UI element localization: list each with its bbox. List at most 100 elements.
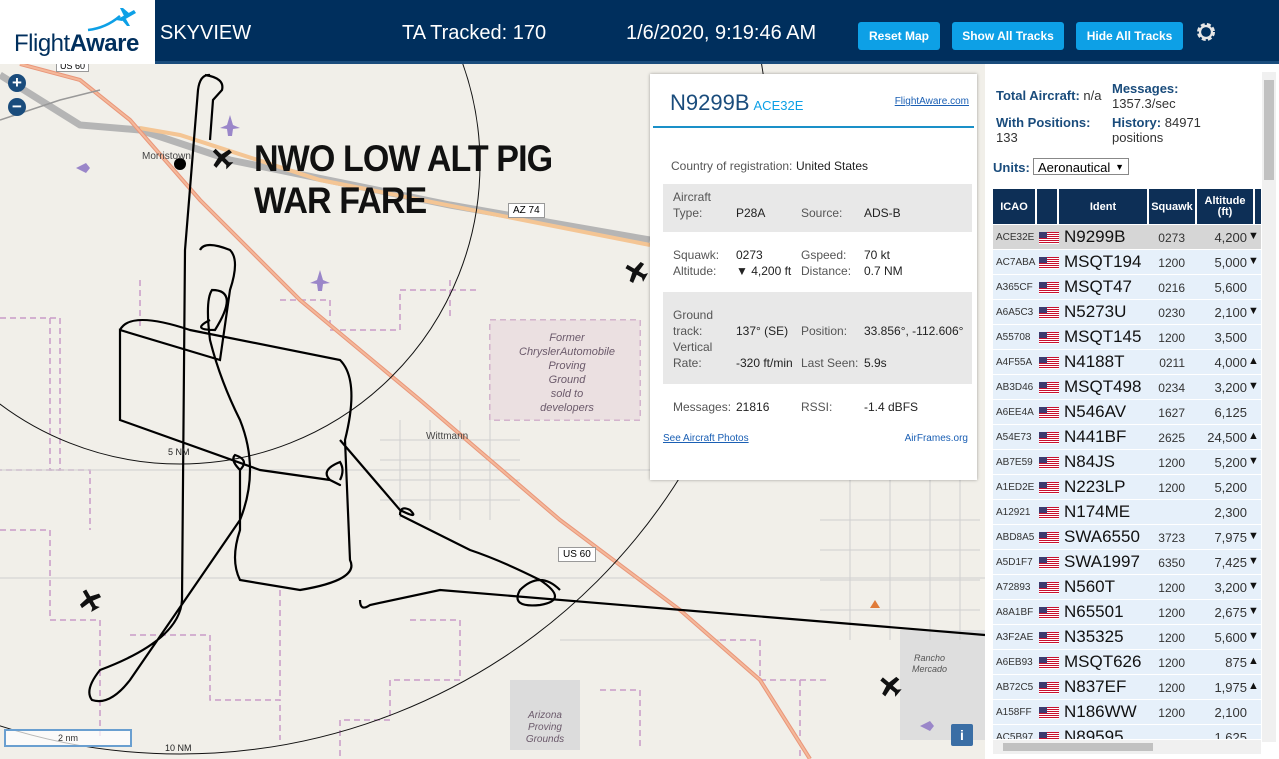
messages-stat: Messages: 1357.3/sec	[1112, 81, 1179, 111]
table-row[interactable]: ABD8A5 SWA6550 3723 7,975 ▼	[993, 525, 1261, 550]
ident-cell: N35325	[1064, 627, 1124, 646]
table-row[interactable]: A6EE4A N546AV 1627 6,125	[993, 400, 1261, 425]
table-row[interactable]: AB72C5 N837EF 1200 1,975 ▲	[993, 675, 1261, 700]
zoom-out-button[interactable]: −	[8, 98, 26, 116]
table-row[interactable]: A54E73 N441BF 2625 24,500 ▲	[993, 425, 1261, 450]
units-select[interactable]: Aeronautical ▼	[1033, 158, 1129, 175]
reset-map-button[interactable]: Reset Map	[858, 22, 940, 50]
squawk-cell: 3723	[1158, 531, 1185, 545]
messages-section: Messages: 21816 RSSI: -1.4 dBFS	[673, 400, 919, 414]
table-row[interactable]: AC7ABA MSQT194 1200 5,000 ▼	[993, 250, 1261, 275]
table-row[interactable]: A4F55A N4188T 0211 4,000 ▲	[993, 350, 1261, 375]
zoom-in-button[interactable]: +	[8, 74, 26, 92]
altitude-trend-icon: ▼	[1248, 455, 1259, 467]
range-ring-5nm-label: 5 NM	[168, 447, 190, 457]
table-row[interactable]: A1ED2E N223LP 1200 5,200	[993, 475, 1261, 500]
gear-icon[interactable]	[1194, 20, 1218, 44]
rancho-mercado-label: Rancho Mercado	[912, 653, 948, 674]
table-row[interactable]: AC5B97 N89595 1,625	[993, 725, 1261, 739]
altitude-trend-icon: ▼	[1248, 255, 1259, 267]
ident-cell: N5273U	[1064, 302, 1127, 321]
table-row[interactable]: ACE32E N9299B 0273 4,200 ▼	[993, 225, 1261, 250]
town-morristown: Morristown	[142, 151, 191, 162]
icao-cell: A1ED2E	[996, 482, 1035, 493]
scrollbar-thumb[interactable]	[1264, 80, 1274, 180]
us-flag-icon	[1039, 482, 1059, 494]
track-section: Ground track: 137° (SE) Position: 33.856…	[663, 292, 972, 384]
altitude-trend-icon: ▼	[1248, 380, 1259, 392]
table-row[interactable]: A3F2AE N35325 1200 5,600 ▼	[993, 625, 1261, 650]
hide-all-tracks-button[interactable]: Hide All Tracks	[1076, 22, 1183, 50]
ident-cell: N186WW	[1064, 702, 1137, 721]
table-row[interactable]: A8A1BF N65501 1200 2,675 ▼	[993, 600, 1261, 625]
ident-cell: MSQT626	[1064, 652, 1142, 671]
table-row[interactable]: A12921 N174ME 2,300	[993, 500, 1261, 525]
icao-cell: A12921	[996, 507, 1031, 518]
table-row[interactable]: A55708 MSQT145 1200 3,500	[993, 325, 1261, 350]
ident-cell: MSQT498	[1064, 377, 1142, 396]
us-flag-icon	[1039, 707, 1059, 719]
altitude-cell: 5,000	[1214, 255, 1247, 270]
squawk-cell: 1200	[1158, 706, 1185, 720]
squawk-cell: 1200	[1158, 331, 1185, 345]
table-row[interactable]: A6EB93 MSQT626 1200 875 ▲	[993, 650, 1261, 675]
icao-cell: AB7E59	[996, 457, 1033, 468]
squawk-cell: 2625	[1158, 431, 1185, 445]
vertical-scrollbar[interactable]	[1262, 72, 1276, 742]
horizontal-scrollbar[interactable]	[993, 740, 1261, 754]
with-positions-stat: With Positions: 133	[996, 115, 1091, 145]
header-bar: FlightAware SKYVIEW TA Tracked: 170 1/6/…	[0, 0, 1279, 64]
col-icao[interactable]: ICAO	[993, 189, 1035, 224]
registration: N9299B	[670, 90, 750, 115]
col-extra[interactable]	[1255, 189, 1261, 224]
aircraft-info-popup: N9299B ACE32E FlightAware.com Country of …	[650, 74, 977, 480]
flightaware-link[interactable]: FlightAware.com	[895, 96, 969, 107]
squawk-cell: 1200	[1158, 256, 1185, 270]
aircraft-icon[interactable]	[621, 257, 651, 287]
flightaware-logo[interactable]: FlightAware	[0, 0, 155, 64]
col-ident[interactable]: Ident	[1059, 189, 1147, 224]
us-flag-icon	[1039, 607, 1059, 619]
altitude-trend-icon: ▼	[1248, 530, 1259, 542]
altitude-cell: 3,500	[1214, 330, 1247, 345]
squawk-cell: 6350	[1158, 556, 1185, 570]
us-flag-icon	[1039, 532, 1059, 544]
aircraft-photos-link[interactable]: See Aircraft Photos	[663, 433, 749, 444]
table-row[interactable]: AB7E59 N84JS 1200 5,200 ▼	[993, 450, 1261, 475]
table-row[interactable]: A6A5C3 N5273U 0230 2,100 ▼	[993, 300, 1261, 325]
altitude-cell: 5,200	[1214, 480, 1247, 495]
show-all-tracks-button[interactable]: Show All Tracks	[952, 22, 1064, 50]
icao-cell: A6A5C3	[996, 307, 1034, 318]
altitude-trend-icon: ▲	[1248, 355, 1259, 367]
popup-title: N9299B ACE32E	[670, 90, 803, 116]
scrollbar-thumb[interactable]	[1003, 743, 1153, 751]
ident-cell: SWA1997	[1064, 552, 1140, 571]
altitude-cell: 6,125	[1214, 405, 1247, 420]
squawk-cell: 1200	[1158, 631, 1185, 645]
icao-cell: AB72C5	[996, 682, 1034, 693]
table-row[interactable]: A365CF MSQT47 0216 5,600	[993, 275, 1261, 300]
table-row[interactable]: A72893 N560T 1200 3,200 ▼	[993, 575, 1261, 600]
col-flag[interactable]	[1037, 189, 1057, 224]
table-row[interactable]: A5D1F7 SWA1997 6350 7,425 ▼	[993, 550, 1261, 575]
table-row[interactable]: AB3D46 MSQT498 0234 3,200 ▼	[993, 375, 1261, 400]
col-altitude[interactable]: Altitude (ft)	[1197, 189, 1253, 224]
altitude-trend-icon: ▼	[1248, 230, 1259, 242]
arizona-proving-grounds-label: Arizona Proving Grounds	[525, 710, 565, 745]
altitude-trend-icon: ▼	[1248, 580, 1259, 592]
us-flag-icon	[1039, 657, 1059, 669]
altitude-trend-icon: ▼	[1248, 555, 1259, 567]
col-squawk[interactable]: Squawk	[1149, 189, 1195, 224]
table-row[interactable]: A158FF N186WW 1200 2,100	[993, 700, 1261, 725]
altitude-cell: 875	[1225, 655, 1247, 670]
info-button[interactable]: i	[951, 724, 973, 746]
us-flag-icon	[1039, 457, 1059, 469]
airframes-link[interactable]: AirFrames.org	[905, 433, 968, 444]
icao-cell: AC5B97	[996, 732, 1034, 739]
ident-cell: N89595	[1064, 727, 1124, 739]
icao-cell: AC7ABA	[996, 257, 1036, 268]
aircraft-icon[interactable]	[75, 585, 105, 615]
squawk-cell: 1200	[1158, 606, 1185, 620]
altitude-trend-icon: ▼	[1248, 630, 1259, 642]
us-flag-icon	[1039, 432, 1059, 444]
